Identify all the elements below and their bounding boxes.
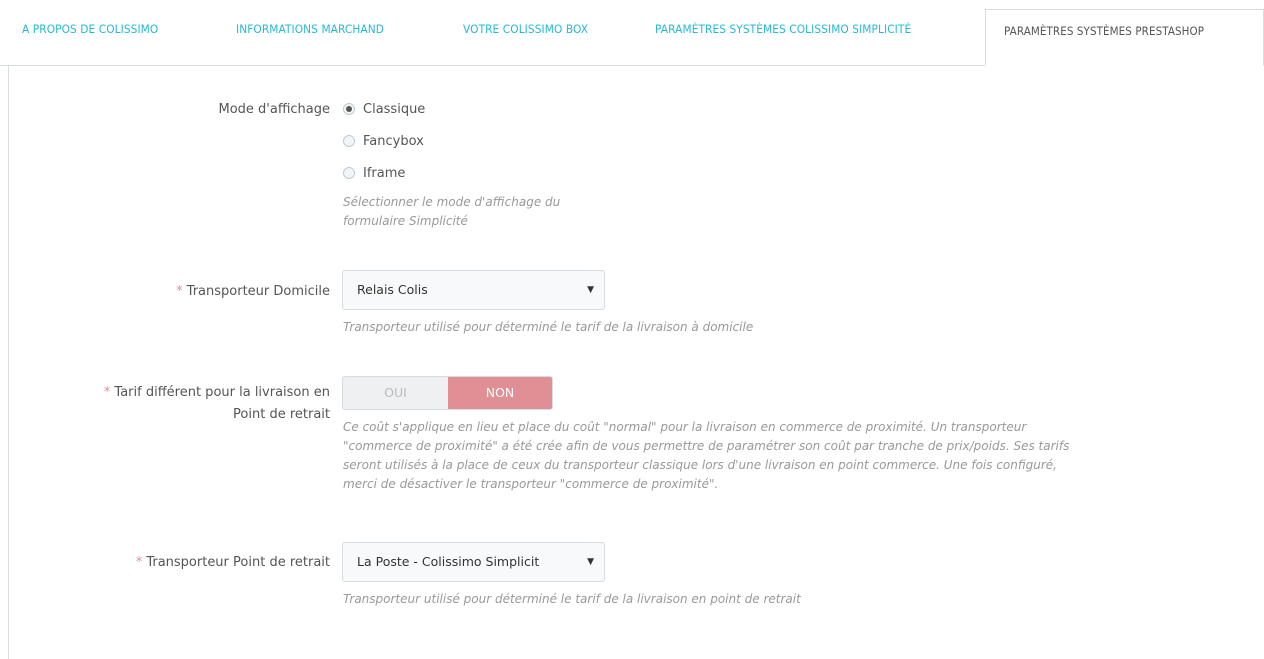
pickup-carrier-label: * Transporteur Point de retrait: [136, 552, 330, 574]
pickup-carrier-select[interactable]: La Poste - Colissimo Simplicit ▼: [342, 542, 605, 582]
radio-checked-icon[interactable]: [343, 102, 355, 115]
required-asterisk: *: [135, 555, 143, 570]
pickup-rate-label: * Tarif différent pour la livraison en Po…: [104, 382, 330, 426]
home-carrier-select[interactable]: Relais Colis ▼: [342, 270, 605, 310]
pickup-rate-help-line: Ce coût s'applique en lieu et place du c…: [343, 420, 1027, 434]
radio-classique[interactable]: Classique: [343, 100, 425, 120]
tab-about-colissimo[interactable]: A PROPOS DE COLISSIMO: [22, 22, 158, 36]
radio-unchecked-icon[interactable]: [343, 166, 355, 179]
required-asterisk: *: [103, 385, 111, 400]
tab-colissimo-simplicite-settings[interactable]: PARAMÈTRES SYSTÈMES COLISSIMO SIMPLICITÉ: [655, 22, 911, 36]
radio-fancybox-label: Fancybox: [363, 134, 424, 149]
pickup-rate-label-text: Tarif différent pour la livraison en: [114, 385, 330, 400]
pickup-rate-help-line: "commerce de proximité" a été crée afin …: [343, 439, 1070, 453]
home-carrier-label: * Transporteur Domicile: [176, 281, 330, 303]
radio-iframe[interactable]: Iframe: [343, 164, 405, 184]
triangle-down-icon: ▼: [587, 557, 594, 567]
switch-yes-option[interactable]: OUI: [343, 377, 448, 409]
required-asterisk: *: [176, 284, 183, 299]
pickup-carrier-select-value: La Poste - Colissimo Simplicit: [357, 554, 540, 569]
radio-iframe-label: Iframe: [363, 166, 406, 181]
triangle-down-icon: ▼: [587, 285, 594, 295]
display-mode-help: Sélectionner le mode d'affichage du form…: [343, 193, 560, 231]
radio-fancybox[interactable]: Fancybox: [343, 132, 424, 152]
display-mode-help-line: formulaire Simplicité: [343, 214, 468, 228]
pickup-rate-help-line: merci de désactiver le transporteur "com…: [343, 477, 719, 491]
display-mode-help-line: Sélectionner le mode d'affichage du: [343, 195, 561, 209]
home-carrier-label-text: Transporteur Domicile: [186, 284, 330, 299]
pickup-rate-help: Ce coût s'applique en lieu et place du c…: [343, 418, 1069, 494]
pickup-carrier-label-text: Transporteur Point de retrait: [146, 555, 330, 570]
pickup-rate-label-line1: * Tarif différent pour la livraison en: [104, 382, 330, 404]
pickup-rate-label-line2: Point de retrait: [233, 407, 330, 422]
tab-prestashop-settings[interactable]: PARAMÈTRES SYSTÈMES PRESTASHOP: [985, 9, 1264, 66]
pickup-rate-help-line: seront utilisés à la place de ceux du tr…: [343, 458, 1057, 472]
switch-no-option[interactable]: NON: [448, 377, 552, 409]
pickup-carrier-help: Transporteur utilisé pour déterminé le t…: [343, 592, 801, 606]
display-mode-label: Mode d'affichage: [218, 102, 330, 117]
tab-prestashop-settings-label: PARAMÈTRES SYSTÈMES PRESTASHOP: [1004, 24, 1205, 38]
radio-unchecked-icon[interactable]: [343, 134, 355, 147]
pickup-rate-switch[interactable]: OUI NON: [342, 376, 553, 410]
tab-bar: A PROPOS DE COLISSIMO INFORMATIONS MARCH…: [0, 0, 1264, 66]
tab-colissimo-box[interactable]: VOTRE COLISSIMO BOX: [463, 22, 588, 36]
home-carrier-help: Transporteur utilisé pour déterminé le t…: [343, 320, 754, 334]
radio-classique-label: Classique: [363, 102, 426, 117]
tab-merchant-info[interactable]: INFORMATIONS MARCHAND: [236, 22, 384, 36]
home-carrier-select-value: Relais Colis: [357, 282, 428, 297]
